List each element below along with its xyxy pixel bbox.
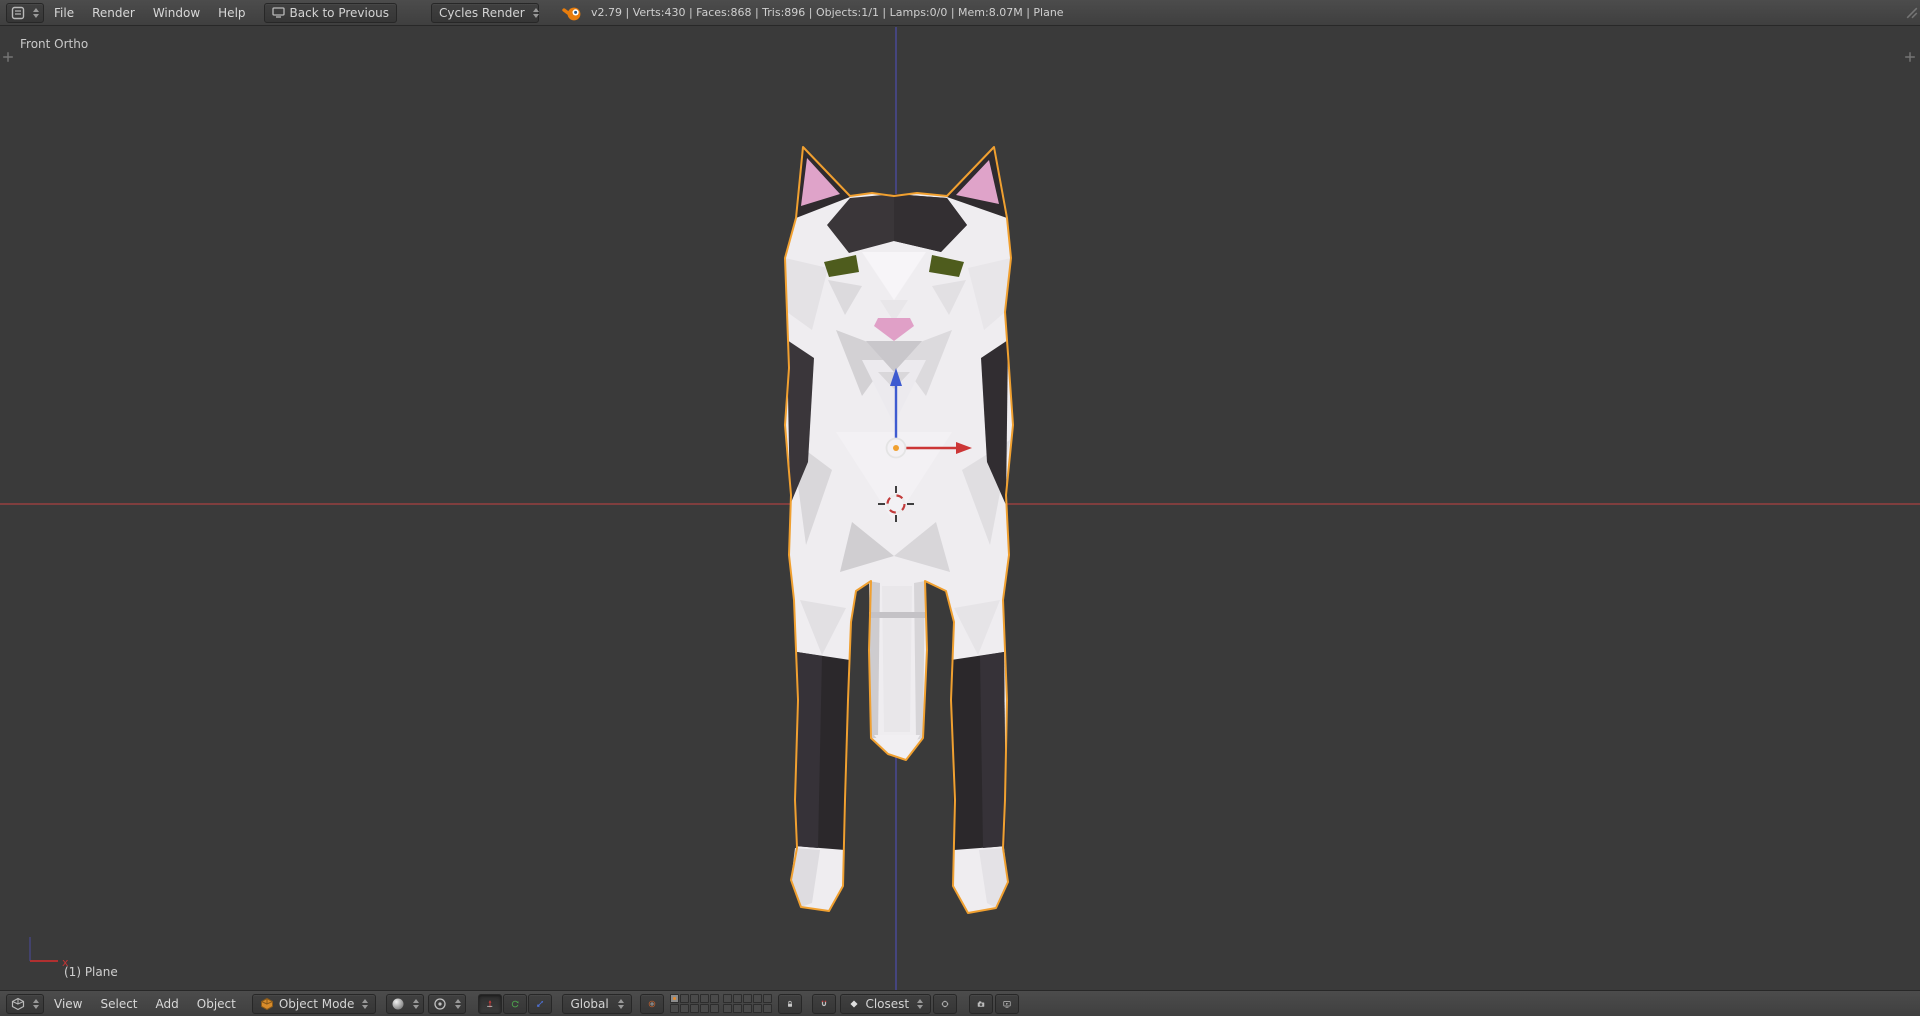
manipulator-scale-toggle[interactable] [528,993,553,1014]
layer-cell[interactable] [743,994,753,1003]
blender-window: { "colors": { "selection_outline": "#f0a… [0,0,1920,1016]
back-to-previous-button[interactable]: Back to Previous [263,2,398,23]
menu-file[interactable]: File [46,3,82,23]
layers-widget [670,994,773,1013]
layer-cell[interactable] [733,994,743,1003]
layer-cell[interactable] [670,994,680,1003]
layer-cell[interactable] [753,994,763,1003]
dropdown-arrows-icon [33,998,39,1009]
manipulator-rotate-toggle[interactable] [503,993,528,1014]
menu-select[interactable]: Select [92,994,145,1014]
cursor-3d [878,486,914,522]
shading-sphere-icon [392,998,404,1009]
orientation-selector-label: Global [570,996,609,1011]
pivot-point-icon [434,997,447,1010]
snap-element-icon [850,999,858,1008]
render-opengl-button[interactable] [995,993,1020,1014]
layer-cell[interactable] [723,994,733,1003]
proportional-edit-toggle[interactable] [640,993,665,1014]
proportional-edit-icon [649,1000,656,1007]
object-mode-cube-icon [260,997,273,1010]
layer-cell[interactable] [763,1004,773,1013]
render-engine-label: Cycles Render [439,5,525,20]
info-header: File Render Window Help Back to Previous… [0,0,1920,26]
region-corner-handle-right[interactable] [1904,51,1916,63]
editor-type-button[interactable] [6,2,44,23]
snap-magnet-icon [822,1000,827,1006]
gizmo-x-arrow [906,442,972,454]
layer-cell[interactable] [710,994,720,1003]
menu-render[interactable]: Render [84,3,143,23]
dropdown-arrows-icon [413,998,420,1009]
layer-cell[interactable] [690,1004,700,1013]
layer-cell[interactable] [680,994,690,1003]
dropdown-arrows-icon [362,998,369,1009]
transform-gizmo[interactable] [850,360,990,560]
menu-view[interactable]: View [46,994,90,1014]
object-origin-dot [893,445,899,451]
menu-window[interactable]: Window [145,3,208,23]
lock-to-scene-toggle[interactable] [778,993,803,1014]
layer-cell[interactable] [733,1004,743,1013]
mode-selector[interactable]: Object Mode [251,993,377,1014]
snap-element-selector[interactable]: Closest [840,993,932,1014]
layer-cell[interactable] [743,1004,753,1013]
lock-icon [788,1000,793,1007]
dropdown-arrows-icon [917,998,924,1009]
dropdown-arrows-icon [455,998,462,1009]
menu-help[interactable]: Help [210,3,253,23]
menu-add[interactable]: Add [148,994,187,1014]
menu-object[interactable]: Object [189,994,244,1014]
layer-cell[interactable] [763,994,773,1003]
translate-manipulator-icon [487,999,493,1007]
snap-element-label: Closest [865,996,910,1011]
gizmo-z-arrow [890,368,902,438]
region-split-handle[interactable] [1906,7,1918,19]
screen-back-icon [271,7,285,18]
viewport-editor-icon [11,997,25,1010]
pivot-point-selector[interactable] [428,993,467,1014]
layer-cell[interactable] [753,1004,763,1013]
blender-logo-icon [562,7,581,20]
manipulator-translate-toggle[interactable] [478,993,503,1014]
dropdown-arrows-icon [532,7,539,18]
render-camera-icon [977,1000,985,1007]
layer-cell[interactable] [690,994,700,1003]
back-to-previous-label: Back to Previous [289,5,390,20]
layer-cell[interactable] [723,1004,733,1013]
layer-cell[interactable] [700,994,710,1003]
viewport-3d[interactable]: Front Ortho x (1) Plane [0,27,1920,990]
dropdown-arrows-icon [618,998,625,1009]
info-editor-icon [11,6,25,19]
render-opengl-icon [1003,1000,1011,1008]
render-image-button[interactable] [969,993,994,1014]
viewport-header: View Select Add Object Object Mode Globa… [0,990,1920,1016]
snap-toggle[interactable] [812,993,837,1014]
region-corner-handle-left[interactable] [2,51,14,63]
viewport-shading-selector[interactable] [386,993,425,1014]
snap-target-toggle[interactable] [933,993,958,1014]
mode-selector-label: Object Mode [278,996,355,1011]
layer-cell[interactable] [710,1004,720,1013]
snap-target-icon [941,1000,949,1007]
layer-cell[interactable] [670,1004,680,1013]
scale-manipulator-icon [537,1000,544,1007]
manipulator-toggle-group [478,993,553,1014]
dropdown-arrows-icon [33,7,39,18]
layer-cell[interactable] [700,1004,710,1013]
scene-stats: v2.79 | Verts:430 | Faces:868 | Tris:896… [591,6,1064,19]
render-engine-selector[interactable]: Cycles Render [431,2,540,23]
view-name-label: Front Ortho [20,37,89,51]
rotate-manipulator-icon [512,1000,519,1007]
layer-cell[interactable] [680,1004,690,1013]
editor-type-button-3dview[interactable] [6,993,44,1014]
active-object-label: (1) Plane [64,965,118,979]
orientation-selector[interactable]: Global [562,993,633,1014]
